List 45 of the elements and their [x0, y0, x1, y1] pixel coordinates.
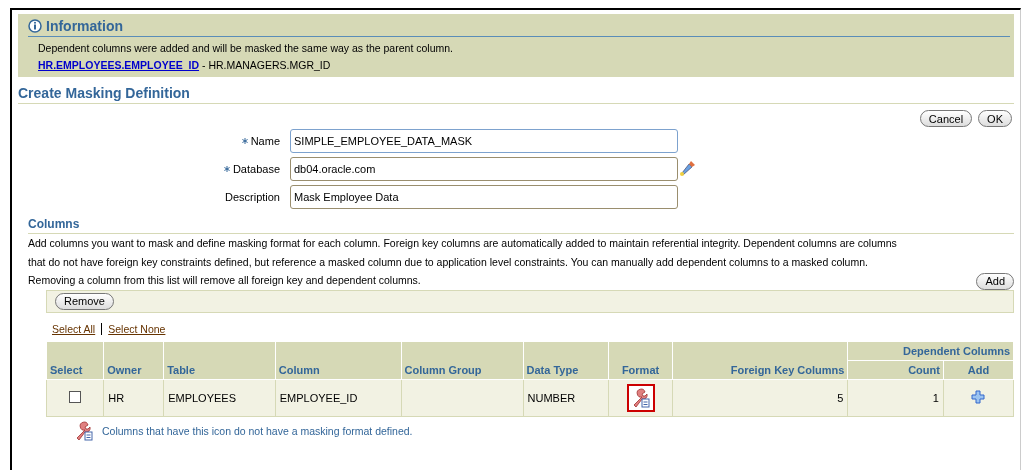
- input-field[interactable]: SIMPLE_EMPLOYEE_DATA_MASK: [290, 129, 678, 153]
- column-header: Foreign Key Columns: [672, 341, 848, 379]
- required-icon: [241, 138, 248, 144]
- column-header: Table: [163, 341, 276, 379]
- column-header: Dependent Columns: [847, 341, 1014, 360]
- select-all-link[interactable]: Select All: [52, 322, 96, 335]
- table-cell: NUMBER: [523, 379, 609, 416]
- required-icon: [223, 166, 230, 172]
- plus-icon[interactable]: [971, 389, 986, 404]
- table-cell: EMPLOYEE_ID: [275, 379, 402, 416]
- field-label: Description: [224, 191, 280, 203]
- field-label: Name: [250, 135, 280, 147]
- legend-text: Columns that have this icon do not have a masking format defined.: [102, 424, 413, 437]
- column-link[interactable]: HR.EMPLOYEES.EMPLOYEE_ID: [38, 59, 200, 71]
- format-button[interactable]: [626, 383, 655, 412]
- table-cell: HR: [103, 379, 164, 416]
- checkbox[interactable]: [69, 390, 82, 403]
- remove-button[interactable]: Remove: [55, 292, 114, 310]
- description-text: Add columns you want to mask and define masking format for each column. Foreign key columns are automatically added to maintain referential integrity. Dependent columns are columns: [28, 236, 897, 251]
- column-header: Column Group: [401, 341, 524, 379]
- input-field[interactable]: db04.oracle.com: [290, 157, 678, 181]
- info-icon: [28, 19, 42, 33]
- description-text: that do not have foreign key constraints defined, but reference a masked column due to application level constraints. You can manually add dependent columns to a masked column.: [28, 254, 869, 270]
- information-title: Information: [46, 18, 123, 34]
- page-title: Create Masking Definition: [18, 77, 1014, 104]
- column-header: Select: [46, 341, 104, 379]
- table-cell: EMPLOYEES: [163, 379, 276, 416]
- table-cell: 1: [847, 379, 944, 416]
- flashlight-icon[interactable]: [678, 159, 696, 177]
- add-button[interactable]: Add: [976, 272, 1014, 290]
- table-cell: 5: [672, 379, 848, 416]
- column-header: Data Type: [523, 341, 609, 379]
- information-message: Dependent columns were added and will be masked the same way as the parent column.: [37, 41, 454, 54]
- input-field[interactable]: Mask Employee Data: [290, 185, 678, 209]
- cancel-button[interactable]: Cancel: [919, 110, 973, 127]
- ok-button[interactable]: OK: [978, 110, 1012, 127]
- description-text: Removing a column from this list will remove all foreign key and dependent columns.: [28, 273, 422, 288]
- section-title: Columns: [28, 217, 1014, 234]
- column-header: Format: [608, 341, 673, 379]
- select-none-link[interactable]: Select None: [108, 322, 166, 335]
- column-header: Owner: [103, 341, 164, 379]
- field-label: Database: [232, 163, 280, 175]
- column-header: Column: [275, 341, 402, 379]
- dependent-column-text: - HR.MANAGERS.MGR_ID: [201, 59, 331, 71]
- wrench-icon: [74, 420, 94, 441]
